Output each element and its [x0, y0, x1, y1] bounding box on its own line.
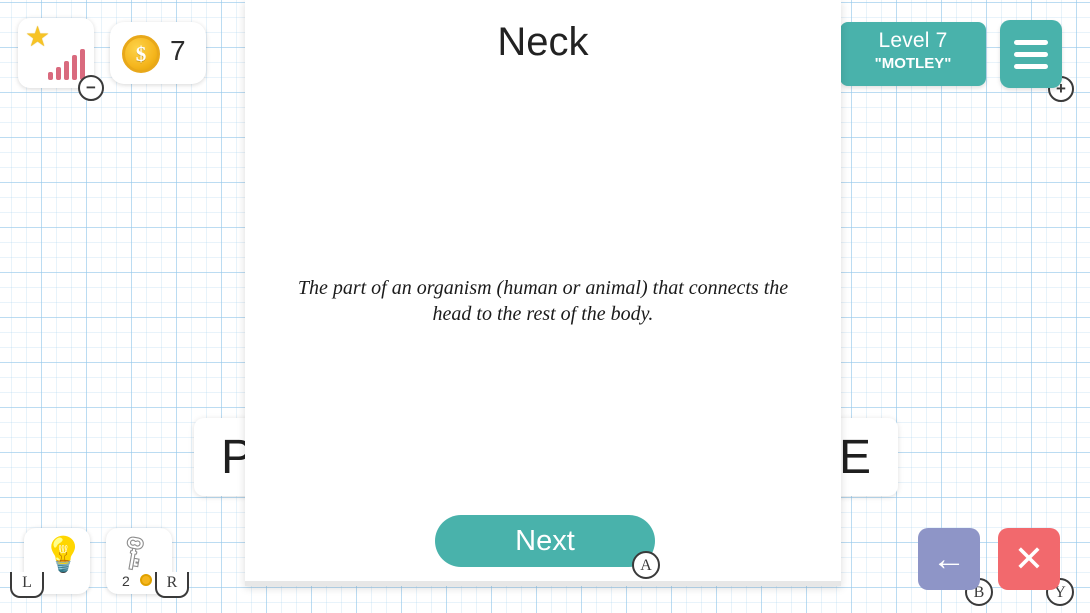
coin-icon: $ [122, 35, 160, 73]
coin-card: $ 7 [110, 22, 206, 84]
key-icon: 🗝 [110, 529, 158, 576]
star-icon: ★ [25, 21, 51, 52]
signal-bars-icon [48, 48, 85, 80]
hamburger-menu-icon[interactable] [1000, 20, 1062, 88]
back-button[interactable]: ← [918, 528, 980, 590]
key-count: 2 [122, 573, 130, 589]
button-l-hint[interactable]: L [10, 572, 44, 598]
definition-card: Neck The part of an organism (human or a… [245, 0, 841, 586]
level-badge: Level 7 "MOTLEY" [840, 22, 986, 86]
coin-count: 7 [170, 35, 186, 66]
word-title: Neck [497, 20, 589, 64]
button-a-hint[interactable]: A [632, 551, 660, 579]
lightbulb-icon: 💡 [42, 536, 85, 574]
level-word: "MOTLEY" [874, 55, 952, 72]
button-r-hint[interactable]: R [155, 572, 189, 598]
key-cost-coin-icon [140, 574, 152, 586]
close-button[interactable]: ✕ [998, 528, 1060, 590]
next-button[interactable]: Next [435, 515, 655, 567]
level-title: Level 7 [878, 29, 948, 52]
card-bottom-divider [245, 581, 841, 586]
zoom-out-button[interactable]: − [78, 75, 104, 101]
definition-text: The part of an organism (human or animal… [297, 277, 789, 325]
